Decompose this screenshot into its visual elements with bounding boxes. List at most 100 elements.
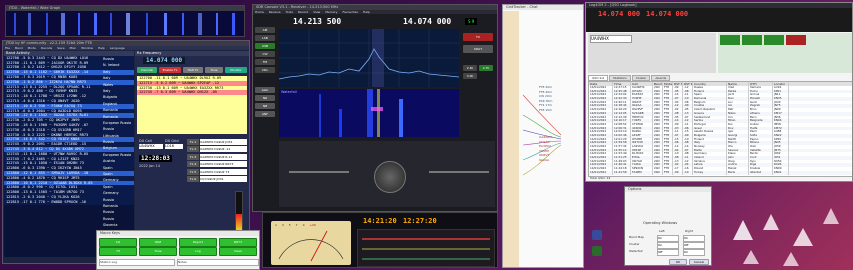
- macro-button[interactable]: RR73: [219, 238, 257, 247]
- tx-button[interactable]: TX: [463, 33, 493, 41]
- table-cell: Istanbul: [749, 170, 773, 175]
- halt-tx-button[interactable]: Halt Tx: [183, 67, 203, 73]
- split-button[interactable]: SPLIT: [463, 45, 493, 53]
- dx-call-field[interactable]: UA4WHX: [139, 144, 163, 149]
- options-value-left[interactable]: Off: [657, 249, 679, 256]
- waterfall-strip-canvas[interactable]: [6, 11, 244, 37]
- macro-title: Macro Keys: [97, 231, 259, 236]
- gridtracker-callsigns: UA4WHX OH1ZX EA3ZXX YO9HP ON4VT 9A2AA: [539, 135, 583, 162]
- tx-2-message[interactable]: UA4WHX DL9UZ -11: [200, 146, 247, 153]
- enable-tx-button[interactable]: Enable Tx: [159, 67, 181, 73]
- agc-button[interactable]: AGC: [255, 87, 275, 93]
- tx-1-message[interactable]: UA4WHX DL9UZ JO31: [200, 139, 247, 145]
- tx-2-button[interactable]: Tx 2: [187, 146, 199, 153]
- menu-home[interactable]: Home: [255, 10, 264, 14]
- tx-3-message[interactable]: UA4WHX DL9UZ R-11: [200, 153, 247, 160]
- tx-4-button[interactable]: Tx 4: [187, 161, 199, 168]
- table-cell: TA1BM: [631, 170, 653, 175]
- macro-button[interactable]: CQ: [99, 238, 137, 247]
- menu-misc[interactable]: Misc: [70, 46, 77, 50]
- menu-save[interactable]: Save: [57, 46, 64, 50]
- menu-tools[interactable]: Tools: [286, 10, 293, 14]
- macro-button[interactable]: Report: [179, 238, 217, 247]
- menu-view[interactable]: View: [313, 10, 320, 14]
- options-value-left[interactable]: On: [657, 235, 679, 242]
- rx-panel: Rx Frequency 14.074 000 Decode Enable Tx…: [135, 51, 249, 257]
- tx-5-message[interactable]: UA4WHX DL9UZ 73: [200, 168, 247, 175]
- tune-button[interactable]: Tune: [205, 67, 223, 73]
- menu-file[interactable]: File: [5, 46, 10, 50]
- menu-help[interactable]: Help: [363, 10, 370, 14]
- filter-24-button[interactable]: 2.4k: [463, 65, 477, 71]
- macro-button[interactable]: Tune: [139, 247, 177, 256]
- options-row: Waterfall Off On: [629, 249, 711, 256]
- notes-field[interactable]: Notes: [177, 259, 259, 266]
- options-row: Cluster On Off: [629, 242, 711, 249]
- options-value-right[interactable]: On: [683, 249, 705, 256]
- tx-3-button[interactable]: Tx 3: [187, 153, 199, 160]
- table-cell: -09: [673, 170, 683, 175]
- monitor-button[interactable]: Monitor: [225, 67, 247, 73]
- mode-dig-button[interactable]: DIG: [255, 67, 275, 73]
- tx-1-button[interactable]: Tx 1: [187, 139, 199, 145]
- menu-help[interactable]: Help: [98, 46, 105, 50]
- rx-frequency-list[interactable]: 122700 -11 0.1 609 ~ UA4WHX DL9UZ R-09 1…: [137, 76, 247, 134]
- macro-button[interactable]: QRZ: [139, 238, 177, 247]
- frequency-display[interactable]: 14.074 000: [143, 57, 186, 64]
- nb-button[interactable]: NB: [255, 103, 275, 109]
- ok-button[interactable]: OK: [669, 259, 687, 265]
- s-meter-readout: S 9: [465, 18, 478, 25]
- macro-button-grid: CQ QRZ Report RR73 73 Tune Log Clear: [99, 238, 259, 256]
- tuning-knob[interactable]: [374, 161, 406, 193]
- cancel-button[interactable]: Cancel: [689, 259, 709, 265]
- mode-fm-button[interactable]: FM: [255, 59, 275, 65]
- vfo-a-display[interactable]: 14.213 500: [293, 17, 341, 26]
- qso-table[interactable]: Date Time Call Band Mode RST SRST RCountry Nam…: [588, 81, 852, 177]
- menu-language[interactable]: Language: [110, 46, 125, 50]
- station-log-field[interactable]: Station Log: [99, 259, 175, 266]
- desktop-icon[interactable]: [592, 230, 602, 240]
- tx-6-message[interactable]: CQ DL9UZ JO31: [200, 176, 247, 182]
- dx-grid-label: DX Grid: [165, 139, 179, 143]
- macro-button[interactable]: Clear: [219, 247, 257, 256]
- menu-memory[interactable]: Memory: [325, 10, 337, 14]
- menu-band[interactable]: Band: [15, 46, 23, 50]
- decode-button[interactable]: Decode: [137, 67, 157, 73]
- call-input[interactable]: UA4WHX: [590, 35, 632, 43]
- spectrum-display[interactable]: [279, 29, 459, 87]
- options-value-left[interactable]: On: [657, 242, 679, 249]
- nr-button[interactable]: NR: [255, 95, 275, 101]
- menu-decode[interactable]: Decode: [41, 46, 52, 50]
- rf-gain-slider[interactable]: [289, 171, 349, 173]
- sdr-waterfall[interactable]: [279, 89, 459, 137]
- menu-record[interactable]: Record: [298, 10, 308, 14]
- anf-button[interactable]: ANF: [255, 111, 275, 117]
- mode-cw-button[interactable]: CW: [255, 51, 275, 57]
- menu-window[interactable]: Window: [81, 46, 93, 50]
- macro-button[interactable]: 73: [99, 247, 137, 256]
- filter-27-button[interactable]: 2.7k: [479, 65, 493, 71]
- mode-usb-button[interactable]: USB: [255, 43, 275, 49]
- menu-favourites[interactable]: Favourites: [343, 10, 358, 14]
- filter-30-button[interactable]: 3.0k: [463, 73, 477, 79]
- menu-mode[interactable]: Mode: [28, 46, 36, 50]
- af-gain-slider[interactable]: [429, 171, 489, 173]
- table-row[interactable]: 14/01/2022 11:41:56 TA1BM 20m FT8 -09 -10 Turke…: [589, 170, 852, 175]
- macro-button[interactable]: Log: [179, 247, 217, 256]
- options-value-right[interactable]: Off: [683, 242, 705, 249]
- mode-am-button[interactable]: AM: [255, 27, 275, 33]
- dx-grid-field[interactable]: LO16: [165, 144, 183, 149]
- options-value-right[interactable]: On: [683, 235, 705, 242]
- menu-receive[interactable]: Receive: [269, 10, 281, 14]
- table-cell: 20m: [653, 170, 663, 175]
- tx-6-button[interactable]: Tx 6: [187, 176, 199, 182]
- tx-4-message[interactable]: UA4WHX DL9UZ RR73: [200, 161, 247, 168]
- spot-callsign[interactable]: 9A2AA: [539, 158, 583, 163]
- tx-row: Tx 3 UA4WHX DL9UZ R-11: [187, 153, 247, 160]
- desktop-icon[interactable]: [592, 246, 602, 256]
- tx-message-panel: Tx 1 UA4WHX DL9UZ JO31 Tx 2 UA4WHX DL9UZ -1…: [187, 139, 247, 185]
- rx-line[interactable]: 122745 -7 0.3 609 ~ UA4WHX OH1ZX -05: [137, 90, 247, 96]
- tx-5-button[interactable]: Tx 5: [187, 168, 199, 175]
- vfo-b-display[interactable]: 14.074 000: [403, 17, 451, 26]
- mode-lsb-button[interactable]: LSB: [255, 35, 275, 41]
